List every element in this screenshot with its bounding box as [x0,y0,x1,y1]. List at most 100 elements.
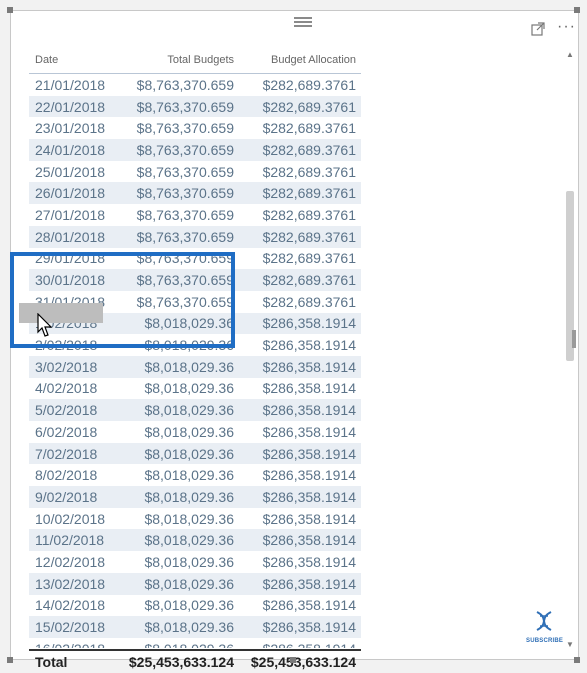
budget-allocation-cell[interactable]: $286,358.1914 [234,446,356,462]
total-budgets-cell[interactable]: $8,018,029.36 [117,576,234,592]
budget-allocation-cell[interactable]: $286,358.1914 [234,619,356,635]
date-cell[interactable]: 16/02/2018 [29,641,117,648]
budget-allocation-cell[interactable]: $282,689.3761 [234,272,356,288]
table-row[interactable]: 12/02/2018 $8,018,029.36 $286,358.1914 [29,551,361,573]
budget-allocation-cell[interactable]: $286,358.1914 [234,315,356,331]
total-budgets-cell[interactable]: $8,018,029.36 [117,619,234,635]
date-cell[interactable]: 27/01/2018 [29,207,117,223]
total-budgets-cell[interactable]: $8,018,029.36 [117,597,234,613]
subscribe-badge[interactable]: SUBSCRIBE [526,610,563,644]
table-row[interactable]: 15/02/2018 $8,018,029.36 $286,358.1914 [29,616,361,638]
table-row[interactable]: 13/02/2018 $8,018,029.36 $286,358.1914 [29,572,361,595]
resize-handle[interactable] [574,657,580,663]
date-cell[interactable]: 15/02/2018 [29,619,117,635]
date-cell[interactable]: 14/02/2018 [29,597,117,613]
table-row[interactable]: 5/02/2018 $8,018,029.36 $286,358.1914 [29,399,361,421]
budget-allocation-cell[interactable]: $286,358.1914 [234,380,356,396]
date-cell[interactable]: 7/02/2018 [29,446,117,462]
total-budgets-cell[interactable]: $8,018,029.36 [117,446,234,462]
resize-handle[interactable] [290,657,296,663]
table-row[interactable]: 3/02/2018 $8,018,029.36 $286,358.1914 [29,355,361,378]
total-budgets-cell[interactable]: $8,018,029.36 [117,489,234,505]
total-budgets-cell[interactable]: $8,763,370.659 [117,229,234,245]
total-budgets-cell[interactable]: $8,763,370.659 [117,142,234,158]
date-cell[interactable]: 23/01/2018 [29,120,117,136]
total-budgets-cell[interactable]: $8,763,370.659 [117,185,234,201]
total-budgets-cell[interactable]: $8,018,029.36 [117,424,234,440]
date-cell[interactable]: 10/02/2018 [29,511,117,527]
budget-allocation-cell[interactable]: $286,358.1914 [234,597,356,613]
budget-allocation-cell[interactable]: $282,689.3761 [234,294,356,310]
table-row[interactable]: 26/01/2018 $8,763,370.659 $282,689.3761 [29,182,361,205]
budget-allocation-cell[interactable]: $282,689.3761 [234,99,356,115]
vertical-scrollbar[interactable]: ▲ ▼ [566,51,574,651]
budget-allocation-cell[interactable]: $282,689.3761 [234,229,356,245]
table-row[interactable]: 23/01/2018 $8,763,370.659 $282,689.3761 [29,117,361,139]
scroll-down-arrow-icon[interactable]: ▼ [566,641,574,649]
table-row[interactable]: 28/01/2018 $8,763,370.659 $282,689.3761 [29,225,361,248]
total-budgets-cell[interactable]: $8,018,029.36 [117,380,234,396]
focus-mode-icon[interactable] [531,22,545,36]
header-budget-allocation[interactable]: Budget Allocation [234,54,356,66]
drag-grip-icon[interactable] [294,17,312,27]
total-budgets-cell[interactable]: $8,763,370.659 [117,207,234,223]
table-row[interactable]: 9/02/2018 $8,018,029.36 $286,358.1914 [29,486,361,508]
total-budgets-cell[interactable]: $8,018,029.36 [117,467,234,483]
budget-allocation-cell[interactable]: $282,689.3761 [234,185,356,201]
budget-allocation-cell[interactable]: $286,358.1914 [234,402,356,418]
date-cell[interactable]: 9/02/2018 [29,489,117,505]
table-row[interactable]: 4/02/2018 $8,018,029.36 $286,358.1914 [29,378,361,400]
budget-allocation-cell[interactable]: $286,358.1914 [234,641,356,648]
date-cell[interactable]: 22/01/2018 [29,99,117,115]
budget-allocation-cell[interactable]: $282,689.3761 [234,207,356,223]
scroll-up-arrow-icon[interactable]: ▲ [566,51,574,59]
date-cell[interactable]: 8/02/2018 [29,467,117,483]
budget-allocation-cell[interactable]: $282,689.3761 [234,120,356,136]
table-row[interactable]: 22/01/2018 $8,763,370.659 $282,689.3761 [29,95,361,118]
date-cell[interactable]: 28/01/2018 [29,229,117,245]
total-budgets-cell[interactable]: $8,018,029.36 [117,402,234,418]
date-cell[interactable]: 12/02/2018 [29,554,117,570]
resize-handle[interactable] [574,7,580,13]
date-cell[interactable]: 6/02/2018 [29,424,117,440]
budget-allocation-cell[interactable]: $282,689.3761 [234,142,356,158]
date-cell[interactable]: 5/02/2018 [29,402,117,418]
resize-handle[interactable] [572,330,576,348]
date-cell[interactable]: 13/02/2018 [29,576,117,592]
total-budgets-cell[interactable]: $8,763,370.659 [117,120,234,136]
table-row[interactable]: 25/01/2018 $8,763,370.659 $282,689.3761 [29,161,361,183]
table-row[interactable]: 7/02/2018 $8,018,029.36 $286,358.1914 [29,442,361,465]
date-cell[interactable]: 24/01/2018 [29,142,117,158]
resize-handle[interactable] [7,7,13,13]
budget-allocation-cell[interactable]: $282,689.3761 [234,164,356,180]
date-cell[interactable]: 26/01/2018 [29,185,117,201]
budget-allocation-cell[interactable]: $286,358.1914 [234,554,356,570]
budget-allocation-cell[interactable]: $286,358.1914 [234,424,356,440]
table-row[interactable]: 8/02/2018 $8,018,029.36 $286,358.1914 [29,464,361,486]
date-cell[interactable]: 25/01/2018 [29,164,117,180]
date-cell[interactable]: 3/02/2018 [29,359,117,375]
table-row[interactable]: 16/02/2018$8,018,029.36$286,358.1914 [29,638,361,648]
table-row[interactable]: 27/01/2018 $8,763,370.659 $282,689.3761 [29,204,361,226]
table-row[interactable]: 6/02/2018 $8,018,029.36 $286,358.1914 [29,421,361,443]
total-budgets-cell[interactable]: $8,018,029.36 [117,511,234,527]
budget-allocation-cell[interactable]: $286,358.1914 [234,467,356,483]
table-row[interactable]: 14/02/2018 $8,018,029.36 $286,358.1914 [29,595,361,617]
total-budgets-cell[interactable]: $8,763,370.659 [117,164,234,180]
table-row[interactable]: 10/02/2018 $8,018,029.36 $286,358.1914 [29,508,361,530]
total-budgets-cell[interactable]: $8,763,370.659 [117,99,234,115]
date-cell[interactable]: 21/01/2018 [29,77,117,93]
budget-allocation-cell[interactable]: $286,358.1914 [234,489,356,505]
budget-allocation-cell[interactable]: $286,358.1914 [234,576,356,592]
total-budgets-cell[interactable]: $8,018,029.36 [117,532,234,548]
resize-handle[interactable] [7,657,13,663]
table-row[interactable]: 24/01/2018 $8,763,370.659 $282,689.3761 [29,139,361,161]
budget-allocation-cell[interactable]: $282,689.3761 [234,250,356,266]
budget-allocation-cell[interactable]: $286,358.1914 [234,511,356,527]
budget-allocation-cell[interactable]: $286,358.1914 [234,359,356,375]
date-cell[interactable]: 11/02/2018 [29,532,117,548]
table-row[interactable]: 21/01/2018 $8,763,370.659 $282,689.3761 [29,74,361,96]
total-budgets-cell[interactable]: $8,018,029.36 [117,554,234,570]
date-cell[interactable]: 4/02/2018 [29,380,117,396]
header-total-budgets[interactable]: Total Budgets [117,54,234,66]
